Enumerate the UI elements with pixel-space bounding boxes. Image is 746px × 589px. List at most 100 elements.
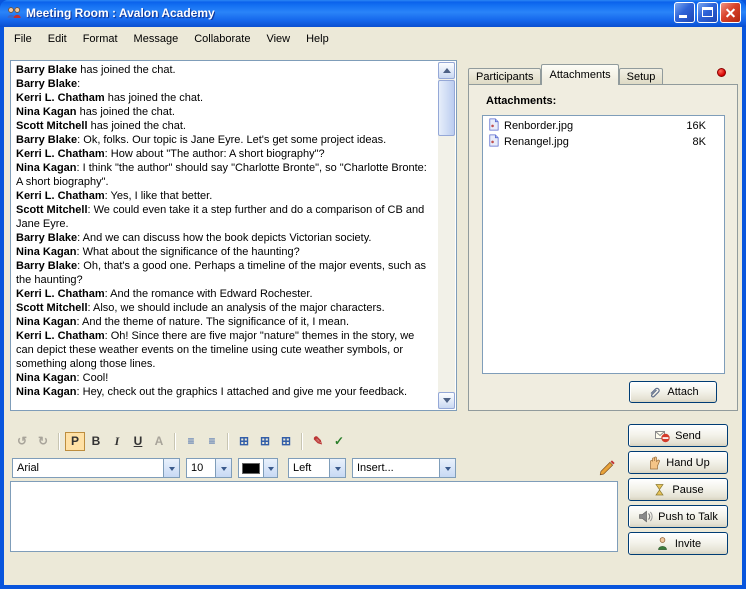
attachment-item[interactable]: Renborder.jpg16K bbox=[483, 118, 724, 134]
tab-participants[interactable]: Participants bbox=[468, 68, 541, 85]
chat-scrollbar[interactable] bbox=[438, 62, 455, 409]
toolbar-separator bbox=[174, 433, 176, 450]
attach-button-label: Attach bbox=[667, 386, 698, 398]
font-size-select[interactable]: 10 bbox=[186, 458, 232, 478]
font-size-value: 10 bbox=[187, 462, 215, 474]
attach-button[interactable]: Attach bbox=[629, 381, 717, 403]
menu-file[interactable]: File bbox=[6, 30, 40, 48]
chat-message: Barry Blake: Ok, folks. Our topic is Jan… bbox=[16, 133, 435, 147]
attachments-list[interactable]: Renborder.jpg16K Renangel.jpg 8K bbox=[482, 115, 725, 374]
send-button[interactable]: Send bbox=[628, 424, 728, 447]
toolbar-separator bbox=[227, 433, 229, 450]
chat-message: Barry Blake has joined the chat. bbox=[16, 63, 435, 77]
right-panel-tabs: ParticipantsAttachmentsSetup bbox=[468, 64, 663, 85]
send-icon bbox=[655, 428, 670, 443]
insert-row-button[interactable]: ⊞ bbox=[255, 432, 275, 451]
insert-symbol-button[interactable]: ✎ bbox=[308, 432, 328, 451]
meeting-room-window: Meeting Room : Avalon Academy FileEditFo… bbox=[0, 0, 746, 589]
action-buttons: Send Hand Up Pause bbox=[628, 424, 728, 555]
scroll-down-icon[interactable] bbox=[438, 392, 455, 409]
numbered-list-button[interactable]: ≡ bbox=[181, 432, 201, 451]
menu-format[interactable]: Format bbox=[75, 30, 126, 48]
chevron-down-icon bbox=[215, 459, 231, 477]
insert-table-button[interactable]: ⊞ bbox=[234, 432, 254, 451]
tab-setup[interactable]: Setup bbox=[619, 68, 664, 85]
maximize-button[interactable] bbox=[697, 2, 718, 23]
outdent-button[interactable]: ≡ bbox=[202, 432, 222, 451]
underline-button[interactable]: U bbox=[128, 432, 148, 451]
undo-button: ↺ bbox=[12, 432, 32, 451]
attachment-size: 8K bbox=[666, 136, 706, 148]
italic-button[interactable]: I bbox=[107, 432, 127, 451]
scroll-up-icon[interactable] bbox=[438, 62, 455, 79]
chat-message: Nina Kagan: Cool! bbox=[16, 371, 435, 385]
chevron-down-icon bbox=[163, 459, 179, 477]
title-buttons bbox=[674, 2, 741, 23]
font-color-swatch bbox=[242, 463, 260, 474]
chat-message: Nina Kagan: What about the significance … bbox=[16, 245, 435, 259]
pencil-icon[interactable] bbox=[598, 459, 616, 477]
hand-up-button[interactable]: Hand Up bbox=[628, 451, 728, 474]
alignment-select[interactable]: Left bbox=[288, 458, 346, 478]
spell-check-button[interactable]: ✓ bbox=[329, 432, 349, 451]
chat-message: Nina Kagan: And the theme of nature. The… bbox=[16, 315, 435, 329]
menu-bar: FileEditFormatMessageCollaborateViewHelp bbox=[4, 27, 742, 50]
close-button[interactable] bbox=[720, 2, 741, 23]
speaker-icon bbox=[638, 509, 653, 524]
chat-message: Barry Blake: Oh, that's a good one. Perh… bbox=[16, 259, 435, 287]
menu-edit[interactable]: Edit bbox=[40, 30, 75, 48]
status-indicator-dot bbox=[717, 68, 726, 77]
font-color-select[interactable] bbox=[238, 458, 278, 478]
hand-up-button-label: Hand Up bbox=[666, 457, 709, 469]
menu-view[interactable]: View bbox=[258, 30, 298, 48]
attachment-item[interactable]: Renangel.jpg 8K bbox=[483, 134, 724, 150]
toolbar-separator bbox=[301, 433, 303, 450]
chat-message: Kerri L. Chatham: Yes, I like that bette… bbox=[16, 189, 435, 203]
window-title: Meeting Room : Avalon Academy bbox=[26, 6, 215, 20]
font-family-select[interactable]: Arial bbox=[12, 458, 180, 478]
file-icon bbox=[487, 118, 500, 134]
menu-help[interactable]: Help bbox=[298, 30, 337, 48]
title-bar[interactable]: Meeting Room : Avalon Academy bbox=[0, 0, 746, 27]
raised-hand-icon bbox=[646, 455, 661, 470]
attachment-name: Renborder.jpg bbox=[504, 120, 662, 132]
bold-button[interactable]: B bbox=[86, 432, 106, 451]
pause-button[interactable]: Pause bbox=[628, 478, 728, 501]
paragraph-button[interactable]: P bbox=[65, 432, 85, 451]
alignment-value: Left bbox=[289, 462, 329, 474]
font-family-value: Arial bbox=[13, 462, 163, 474]
toolbar-separator bbox=[58, 433, 60, 450]
menu-collaborate[interactable]: Collaborate bbox=[186, 30, 258, 48]
chat-message: Scott Mitchell: Also, we should include … bbox=[16, 301, 435, 315]
format-toolbar: ↺↻PBIUA≡≡⊞⊞⊞✎✓ bbox=[12, 430, 349, 452]
insert-column-button[interactable]: ⊞ bbox=[276, 432, 296, 451]
paperclip-icon bbox=[647, 385, 662, 400]
chat-log[interactable]: Barry Blake has joined the chat. Barry Bl… bbox=[10, 60, 457, 411]
chevron-down-icon bbox=[329, 459, 345, 477]
attachment-name: Renangel.jpg bbox=[504, 136, 662, 148]
chat-message: Scott Mitchell has joined the chat. bbox=[16, 119, 435, 133]
tab-attachments[interactable]: Attachments bbox=[541, 64, 618, 85]
chevron-down-icon bbox=[263, 459, 277, 477]
minimize-button[interactable] bbox=[674, 2, 695, 23]
chat-messages: Barry Blake has joined the chat. Barry Bl… bbox=[16, 63, 435, 408]
chat-message: Kerri L. Chatham: How about "The author:… bbox=[16, 147, 435, 161]
menu-message[interactable]: Message bbox=[126, 30, 187, 48]
invite-button[interactable]: Invite bbox=[628, 532, 728, 555]
send-button-label: Send bbox=[675, 430, 701, 442]
window-body: FileEditFormatMessageCollaborateViewHelp… bbox=[4, 27, 742, 585]
chat-message: Kerri L. Chatham: And the romance with E… bbox=[16, 287, 435, 301]
chat-message: Kerri L. Chatham has joined the chat. bbox=[16, 91, 435, 105]
scrollbar-thumb[interactable] bbox=[438, 80, 455, 136]
chat-message: Nina Kagan has joined the chat. bbox=[16, 105, 435, 119]
hourglass-icon bbox=[652, 482, 667, 497]
chat-message: Kerri L. Chatham: Oh! Since there are fi… bbox=[16, 329, 435, 371]
redo-button: ↻ bbox=[33, 432, 53, 451]
attachments-panel: Attachments: Renborder.jpg16KRenangel.jp… bbox=[468, 84, 738, 411]
push-to-talk-button[interactable]: Push to Talk bbox=[628, 505, 728, 528]
message-input[interactable] bbox=[10, 481, 618, 552]
insert-value: Insert... bbox=[353, 462, 439, 474]
insert-select[interactable]: Insert... bbox=[352, 458, 456, 478]
chat-message: Barry Blake: And we can discuss how the … bbox=[16, 231, 435, 245]
invite-button-label: Invite bbox=[675, 538, 701, 550]
